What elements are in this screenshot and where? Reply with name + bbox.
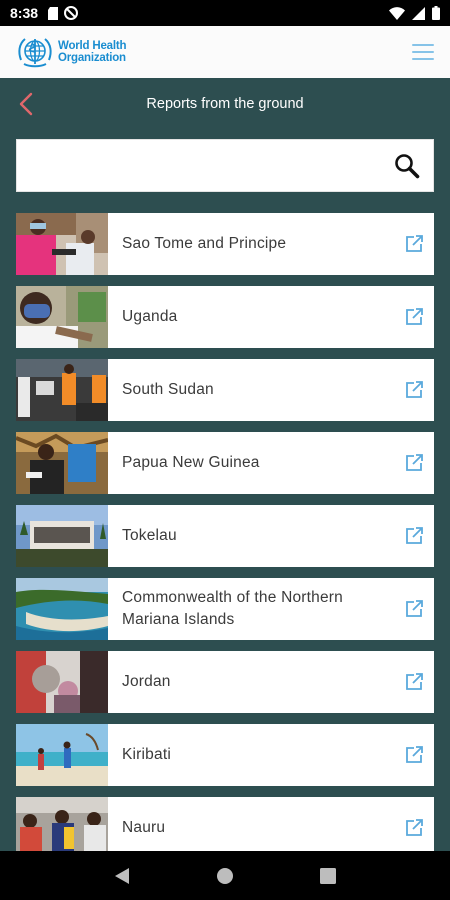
logo-text-line2: Organization bbox=[58, 52, 126, 64]
search-input[interactable] bbox=[17, 140, 387, 191]
who-emblem-icon bbox=[18, 38, 52, 68]
country-card-sao-tome-and-principe[interactable]: Sao Tome and Principe bbox=[16, 213, 434, 275]
country-name: South Sudan bbox=[122, 381, 214, 398]
external-link-icon bbox=[394, 578, 434, 640]
square-recents-icon bbox=[320, 867, 337, 884]
country-card-south-sudan[interactable]: South Sudan bbox=[16, 359, 434, 421]
external-link-icon bbox=[394, 724, 434, 786]
country-card-nauru[interactable]: Nauru bbox=[16, 797, 434, 859]
status-time: 8:38 bbox=[10, 5, 39, 21]
country-thumbnail bbox=[16, 432, 108, 494]
nav-back-button[interactable] bbox=[112, 866, 132, 886]
wifi-icon bbox=[389, 6, 405, 20]
signal-icon bbox=[412, 6, 425, 20]
sd-card-icon bbox=[48, 6, 59, 20]
country-thumbnail bbox=[16, 797, 108, 859]
country-card-uganda[interactable]: Uganda bbox=[16, 286, 434, 348]
nav-recents-button[interactable] bbox=[318, 866, 338, 886]
country-card-kiribati[interactable]: Kiribati bbox=[16, 724, 434, 786]
external-link-icon bbox=[394, 432, 434, 494]
external-link-icon bbox=[394, 505, 434, 567]
search-box bbox=[16, 139, 434, 192]
country-thumbnail bbox=[16, 286, 108, 348]
country-list: Sao Tome and Principe Uganda South Sudan… bbox=[16, 213, 434, 870]
page-title: Reports from the ground bbox=[146, 96, 304, 112]
triangle-back-icon bbox=[114, 867, 129, 884]
country-thumbnail bbox=[16, 359, 108, 421]
country-name: Jordan bbox=[122, 673, 171, 690]
country-card-tokelau[interactable]: Tokelau bbox=[16, 505, 434, 567]
system-nav-bar bbox=[0, 851, 450, 900]
country-card-northern-mariana-islands[interactable]: Commonwealth of the Northern Mariana Isl… bbox=[16, 578, 434, 640]
country-name: Papua New Guinea bbox=[122, 454, 260, 471]
title-bar: Reports from the ground bbox=[0, 78, 450, 130]
chevron-left-icon bbox=[19, 92, 33, 116]
no-disturb-icon bbox=[64, 6, 79, 20]
country-card-papua-new-guinea[interactable]: Papua New Guinea bbox=[16, 432, 434, 494]
country-thumbnail bbox=[16, 213, 108, 275]
country-thumbnail bbox=[16, 724, 108, 786]
logo-text-line1: World Health bbox=[58, 40, 127, 52]
country-thumbnail bbox=[16, 651, 108, 713]
nav-home-button[interactable] bbox=[215, 866, 235, 886]
search-button[interactable] bbox=[393, 152, 421, 180]
country-name: Uganda bbox=[122, 308, 178, 325]
external-link-icon bbox=[394, 286, 434, 348]
status-bar: 8:38 bbox=[0, 0, 450, 26]
app-header: World Health Organization bbox=[0, 26, 450, 78]
country-name: Commonwealth of the Northern Mariana Isl… bbox=[122, 589, 343, 628]
country-card-jordan[interactable]: Jordan bbox=[16, 651, 434, 713]
external-link-icon bbox=[394, 651, 434, 713]
external-link-icon bbox=[394, 797, 434, 859]
battery-icon bbox=[432, 6, 440, 20]
country-name: Nauru bbox=[122, 819, 166, 836]
search-icon bbox=[395, 154, 420, 179]
external-link-icon bbox=[394, 213, 434, 275]
country-thumbnail bbox=[16, 578, 108, 640]
back-button[interactable] bbox=[16, 91, 38, 117]
circle-home-icon bbox=[216, 867, 233, 884]
hamburger-menu-icon[interactable] bbox=[412, 44, 434, 60]
external-link-icon bbox=[394, 359, 434, 421]
country-name: Sao Tome and Principe bbox=[122, 235, 287, 252]
country-thumbnail bbox=[16, 505, 108, 567]
country-name: Kiribati bbox=[122, 746, 171, 763]
country-name: Tokelau bbox=[122, 527, 177, 544]
who-logo[interactable]: World Health Organization bbox=[16, 34, 127, 70]
